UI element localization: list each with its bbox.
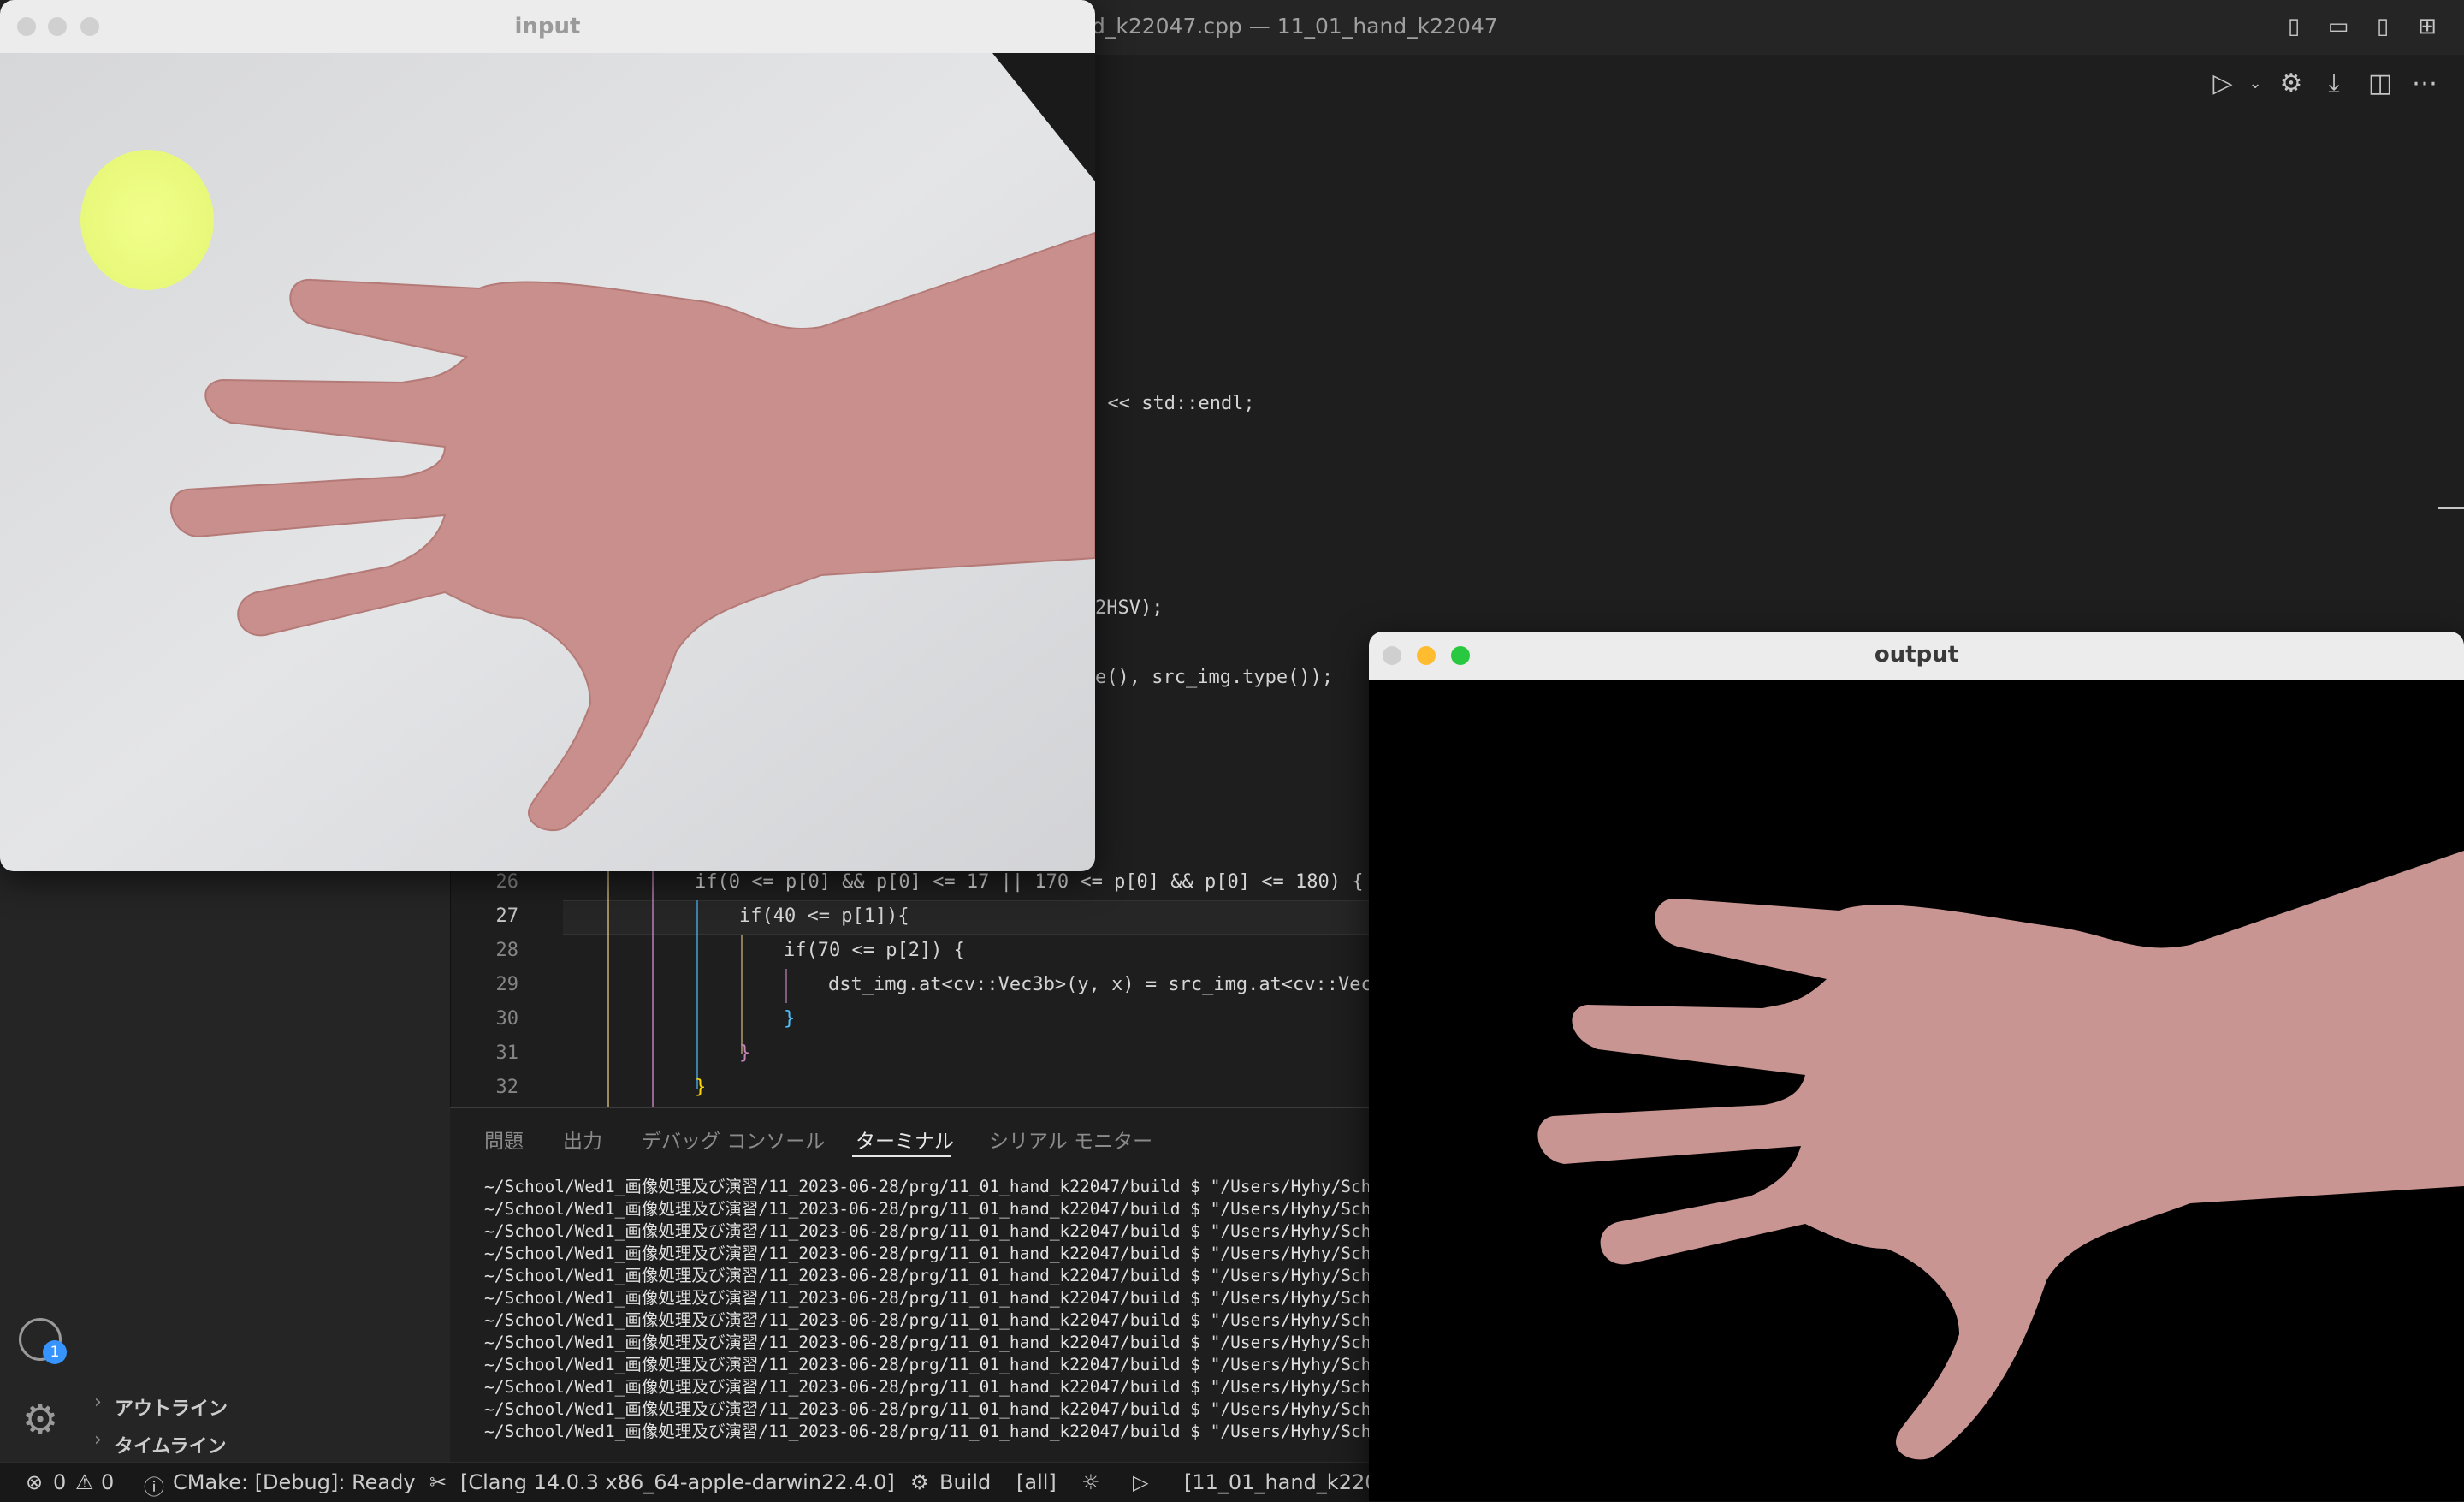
build-target[interactable]: [all] [1016, 1470, 1057, 1494]
window-title: d_k22047.cpp — 11_01_hand_k22047 [1092, 14, 1498, 39]
info-icon: ⓘ [144, 1475, 164, 1499]
debug-bug-icon[interactable]: ☼ [1081, 1470, 1100, 1494]
warning-count[interactable]: 0 [101, 1470, 114, 1494]
build-gear-icon: ⚙ [910, 1470, 929, 1494]
sidebar [82, 869, 451, 1462]
input-photo [0, 53, 1095, 871]
indent-guide [785, 969, 787, 1003]
output-window[interactable]: output [1369, 632, 2464, 1501]
gear-icon[interactable]: ⚙ [2274, 67, 2308, 101]
customize-layout-icon[interactable]: ⊞ [2413, 12, 2442, 41]
line-number: 31 [495, 1042, 519, 1064]
run-debug-icon[interactable]: ▷ [2206, 67, 2240, 101]
toggle-secondary-sidebar-icon[interactable]: ▯ [2368, 12, 2397, 41]
account-badge: 1 [43, 1340, 67, 1364]
active-tab-indicator [852, 1155, 951, 1157]
split-editor-icon[interactable]: ◫ [2363, 67, 2397, 101]
tab-debug-console[interactable]: デバッグ コンソール [642, 1125, 825, 1154]
tab-serial-monitor[interactable]: シリアル モニター [989, 1125, 1152, 1154]
error-count[interactable]: 0 [53, 1470, 66, 1494]
indent-guide [696, 900, 698, 1089]
chevron-right-icon[interactable]: › [94, 1429, 102, 1451]
terminal-line[interactable]: ~/School/Wed1_画像処理及び演習/11_2023-06-28/prg… [484, 1195, 1401, 1220]
code-line: } [739, 1042, 751, 1064]
terminal-line[interactable]: ~/School/Wed1_画像処理及び演習/11_2023-06-28/prg… [484, 1173, 1401, 1197]
terminal-line[interactable]: ~/School/Wed1_画像処理及び演習/11_2023-06-28/prg… [484, 1217, 1401, 1242]
activity-bar [0, 869, 82, 1462]
terminal-line[interactable]: ~/School/Wed1_画像処理及び演習/11_2023-06-28/prg… [484, 1351, 1401, 1375]
cmake-kit[interactable]: [Clang 14.0.3 x86_64-apple-darwin22.4.0] [460, 1470, 895, 1494]
toggle-panel-icon[interactable]: ▭ [2324, 12, 2353, 41]
launch-target[interactable]: [11_01_hand_k220 [1184, 1470, 1378, 1494]
current-line-highlight [563, 900, 1419, 935]
terminal-line[interactable]: ~/School/Wed1_画像処理及び演習/11_2023-06-28/prg… [484, 1373, 1401, 1398]
build-button[interactable]: Build [939, 1470, 991, 1494]
output-window-title: output [1874, 642, 1959, 668]
timeline-section[interactable]: タイムライン [115, 1431, 226, 1458]
line-number: 30 [495, 1008, 519, 1030]
code-line: } [695, 1077, 707, 1098]
tab-problems[interactable]: 問題 [484, 1125, 524, 1154]
code-line: if(40 <= p[1]){ [739, 905, 909, 927]
code-line: if(0 <= p[0] && p[0] <= 17 || 170 <= p[0… [695, 871, 1364, 893]
tab-terminal[interactable]: ターミナル [856, 1125, 954, 1154]
error-icon[interactable]: ⊗ [26, 1470, 43, 1494]
indent-guide [741, 935, 743, 1054]
indent-guide [652, 869, 654, 1108]
output-image [1369, 680, 2464, 1501]
more-actions-icon[interactable]: ⋯ [2408, 67, 2442, 101]
code-line: dst_img.at<cv::Vec3b>(y, x) = src_img.at… [828, 974, 1384, 995]
download-icon[interactable]: ⤓ [2317, 67, 2351, 101]
terminal-line[interactable]: ~/School/Wed1_画像処理及び演習/11_2023-06-28/prg… [484, 1284, 1401, 1309]
chevron-right-icon[interactable]: › [94, 1392, 102, 1413]
indent-guide [607, 869, 609, 1108]
code-fragment-hsv: 2HSV); [1095, 597, 1164, 619]
code-line: if(70 <= p[2]) { [784, 940, 965, 961]
run-play-icon[interactable]: ▷ [1133, 1470, 1148, 1494]
input-window[interactable]: input [0, 0, 1095, 871]
warning-icon[interactable]: ⚠ [75, 1470, 94, 1494]
outline-section[interactable]: アウトライン [115, 1393, 228, 1421]
terminal-line[interactable]: ~/School/Wed1_画像処理及び演習/11_2023-06-28/prg… [484, 1417, 1401, 1442]
code-fragment-endl: " << std::endl; [1085, 393, 1255, 414]
terminal-line[interactable]: ~/School/Wed1_画像処理及び演習/11_2023-06-28/prg… [484, 1395, 1401, 1420]
line-number: 27 [495, 905, 519, 927]
manage-gear-icon[interactable]: ⚙ [17, 1397, 63, 1443]
line-number: 32 [495, 1077, 519, 1098]
terminal-line[interactable]: ~/School/Wed1_画像処理及び演習/11_2023-06-28/prg… [484, 1262, 1401, 1286]
tools-icon: ✂ [429, 1470, 447, 1494]
minimap-slider[interactable] [2438, 507, 2464, 509]
terminal-line[interactable]: ~/School/Wed1_画像処理及び演習/11_2023-06-28/prg… [484, 1328, 1401, 1353]
code-line: } [784, 1008, 796, 1030]
chevron-down-icon[interactable]: ⌄ [2238, 67, 2272, 101]
cmake-status[interactable]: CMake: [Debug]: Ready [173, 1470, 416, 1494]
tab-output[interactable]: 出力 [563, 1125, 602, 1154]
line-number: 29 [495, 974, 519, 995]
code-fragment-type: e(), src_img.type()); [1095, 667, 1334, 688]
input-window-title: input [514, 14, 581, 39]
line-number: 26 [495, 871, 519, 893]
terminal-line[interactable]: ~/School/Wed1_画像処理及び演習/11_2023-06-28/prg… [484, 1239, 1401, 1264]
yellow-dot [80, 150, 214, 290]
terminal-line[interactable]: ~/School/Wed1_画像処理及び演習/11_2023-06-28/prg… [484, 1306, 1401, 1331]
line-number: 28 [495, 940, 519, 961]
toggle-primary-sidebar-icon[interactable]: ▯ [2279, 12, 2308, 41]
